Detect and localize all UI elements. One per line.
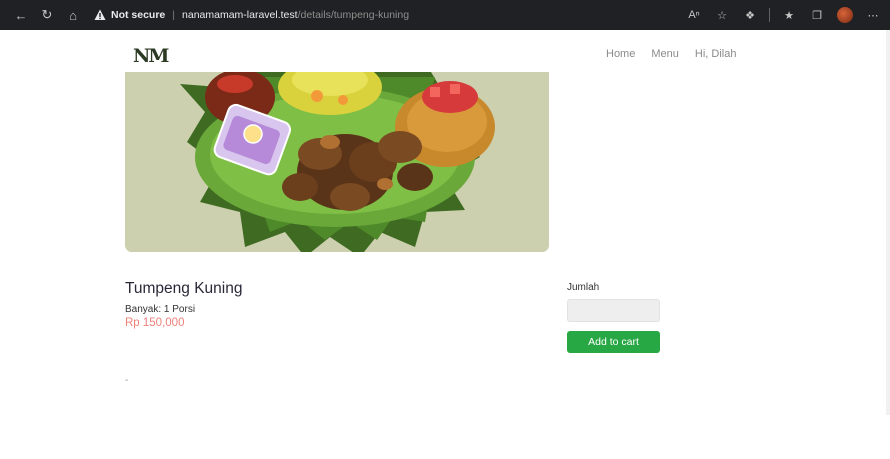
not-secure-label: Not secure [111,9,166,21]
more-icon[interactable]: ⋯ [862,5,884,25]
nav-home-link[interactable]: Home [606,48,635,60]
refresh-icon[interactable]: ↻ [36,4,58,26]
url-separator: | [172,9,176,21]
page-content: NM Home Menu Hi, Dilah Tumpeng Kuning Ba… [0,30,890,459]
browser-actions: Aⁿ ☆ ❖ ★ ❐ ⋯ [677,5,884,25]
extension-icon[interactable]: ❖ [739,5,761,25]
tumpeng-illustration [125,72,549,252]
collections-icon[interactable]: ❐ [806,5,828,25]
product-description: - [125,375,129,386]
browser-toolbar: ← ↻ ⌂ Not secure | nanamamam-laravel.tes… [0,0,890,30]
scrollbar-track[interactable] [886,30,890,415]
home-icon[interactable]: ⌂ [62,4,84,26]
url-host: nanamamam-laravel.test [182,9,298,21]
favorite-add-icon[interactable]: ☆ [711,5,733,25]
nav-menu-link[interactable]: Menu [651,48,679,60]
nav-user-greeting[interactable]: Hi, Dilah [695,48,737,60]
product-title: Tumpeng Kuning [125,280,243,297]
product-portion: Banyak: 1 Porsi [125,304,196,315]
product-image [125,72,549,252]
back-icon[interactable]: ← [10,4,32,26]
read-aloud-icon[interactable]: Aⁿ [683,5,705,25]
toolbar-divider [769,8,770,22]
top-navigation: Home Menu Hi, Dilah [606,48,736,60]
quantity-label: Jumlah [567,282,600,293]
address-bar[interactable]: Not secure | nanamamam-laravel.test/deta… [94,5,680,25]
quantity-input[interactable] [567,299,660,322]
product-price: Rp 150,000 [125,317,185,329]
favorites-icon[interactable]: ★ [778,5,800,25]
url-path: /details/tumpeng-kuning [297,9,410,21]
site-logo[interactable]: NM [133,45,169,67]
warning-icon [94,9,106,20]
avatar [837,7,853,23]
profile-avatar[interactable] [834,5,856,25]
add-to-cart-button[interactable]: Add to cart [567,331,660,353]
